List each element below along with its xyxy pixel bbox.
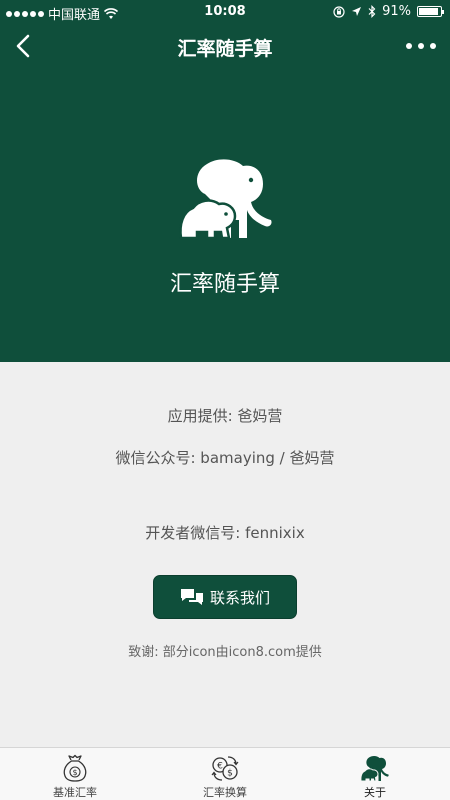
bluetooth-icon <box>368 5 376 18</box>
tab-base-rate[interactable]: $ 基准汇率 <box>0 748 150 800</box>
nav-bar: 汇率随手算 <box>0 24 450 68</box>
battery-icon <box>417 6 444 17</box>
battery-percent: 91% <box>382 4 411 19</box>
tab-label: 汇率换算 <box>203 786 247 799</box>
location-arrow-icon <box>352 7 362 16</box>
contact-us-label: 联系我们 <box>209 588 270 607</box>
battery-fill <box>419 8 439 15</box>
currency-exchange-icon: € $ <box>211 756 239 781</box>
status-right: 91% <box>333 4 444 19</box>
status-bar: 中国联通 10:08 91% <box>0 0 450 24</box>
developer-wechat-text: 开发者微信号: fennixix <box>145 524 305 542</box>
svg-text:€: € <box>217 762 223 772</box>
chat-bubbles-icon <box>180 589 203 605</box>
tab-about[interactable]: 关于 <box>300 748 450 800</box>
tab-label: 关于 <box>364 786 386 799</box>
app-name: 汇率随手算 <box>169 272 280 297</box>
money-bag-icon: $ <box>63 754 87 782</box>
tab-bar: $ 基准汇率 € $ 汇率换算 关于 <box>0 747 450 800</box>
svg-text:$: $ <box>227 769 233 779</box>
provider-text: 应用提供: 爸妈营 <box>167 407 283 425</box>
tab-label: 基准汇率 <box>53 786 97 799</box>
more-dots-icon[interactable] <box>406 34 436 58</box>
elephant-icon <box>179 159 272 240</box>
wechat-account-text: 微信公众号: bamaying / 爸妈营 <box>115 449 335 467</box>
orientation-lock-icon <box>333 5 345 18</box>
hero-banner: 汇率随手算 <box>0 68 450 362</box>
contact-us-button[interactable]: 联系我们 <box>153 575 297 619</box>
page-title: 汇率随手算 <box>177 38 273 60</box>
tab-exchange[interactable]: € $ 汇率换算 <box>150 748 300 800</box>
elephant-icon <box>360 756 389 782</box>
thanks-text: 致谢: 部分icon由icon8.com提供 <box>128 645 322 660</box>
svg-text:$: $ <box>72 768 77 777</box>
